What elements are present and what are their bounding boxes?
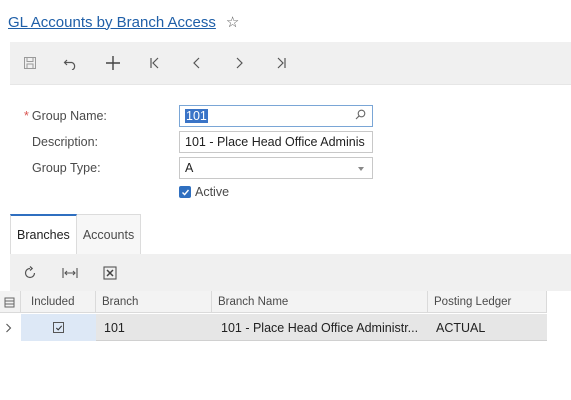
save-icon: [24, 57, 36, 69]
col-header-posting-ledger[interactable]: Posting Ledger: [428, 291, 547, 313]
active-label: Active: [195, 185, 230, 199]
plus-icon: [106, 56, 120, 70]
refresh-icon: [24, 265, 36, 278]
col-header-included[interactable]: Included: [21, 291, 96, 313]
row-indicator-chevron-icon: [0, 314, 21, 341]
export-excel-button[interactable]: [90, 260, 130, 286]
save-button[interactable]: [10, 48, 50, 78]
group-name-input[interactable]: 101: [179, 105, 373, 127]
group-type-row: Group Type: A: [0, 157, 571, 179]
table-row[interactable]: 101 101 - Place Head Office Administr...…: [0, 314, 547, 341]
undo-button[interactable]: [50, 48, 92, 78]
required-marker: *: [24, 109, 29, 123]
refresh-button[interactable]: [10, 260, 50, 286]
grid-header: Included Branch Branch Name Posting Ledg…: [0, 291, 547, 313]
undo-icon: [63, 59, 76, 70]
group-type-value: A: [185, 161, 194, 175]
group-name-value: 101: [185, 109, 208, 123]
tab-strip: Branches Accounts: [10, 214, 142, 254]
title-row: GL Accounts by Branch Access ☆: [8, 12, 239, 32]
tab-branches-label: Branches: [17, 228, 70, 242]
chevron-right-icon: [236, 57, 243, 69]
row-branch-name[interactable]: 101 - Place Head Office Administr...: [212, 314, 428, 341]
group-type-label: Group Type:: [32, 161, 101, 175]
description-label: Description:: [32, 135, 98, 149]
grid-settings-icon[interactable]: [0, 291, 21, 313]
add-new-button[interactable]: [92, 48, 134, 78]
checkbox-checked-icon[interactable]: [179, 186, 191, 198]
favorite-star-icon[interactable]: ☆: [226, 15, 239, 30]
col-header-branch-name[interactable]: Branch Name: [212, 291, 428, 313]
fit-width-icon: [62, 267, 78, 278]
grid-toolbar: [10, 254, 571, 291]
page-title[interactable]: GL Accounts by Branch Access: [8, 14, 216, 31]
first-icon: [150, 57, 159, 69]
group-name-row: * Group Name: 101: [0, 105, 571, 127]
col-header-branch[interactable]: Branch: [96, 291, 212, 313]
active-checkbox[interactable]: Active: [179, 185, 229, 199]
excel-icon: [103, 265, 117, 280]
group-name-label: * Group Name:: [24, 109, 107, 123]
next-record-button[interactable]: [218, 48, 260, 78]
group-type-select[interactable]: A: [179, 157, 373, 179]
search-icon[interactable]: [355, 109, 366, 123]
chevron-down-icon: [358, 167, 364, 171]
description-value: 101 - Place Head Office Adminis: [185, 135, 365, 149]
row-included-checkbox[interactable]: [21, 314, 96, 341]
tab-accounts[interactable]: Accounts: [76, 214, 142, 254]
description-row: Description: 101 - Place Head Office Adm…: [0, 131, 571, 153]
chevron-left-icon: [193, 57, 200, 69]
row-posting-ledger[interactable]: ACTUAL: [428, 314, 547, 341]
checkbox-checked-icon[interactable]: [53, 322, 64, 333]
description-input[interactable]: 101 - Place Head Office Adminis: [179, 131, 373, 153]
last-icon: [277, 57, 286, 69]
form-toolbar: [10, 42, 571, 85]
first-record-button[interactable]: [134, 48, 176, 78]
last-record-button[interactable]: [260, 48, 302, 78]
tab-accounts-label: Accounts: [82, 227, 135, 242]
fit-to-screen-button[interactable]: [50, 260, 90, 286]
previous-record-button[interactable]: [176, 48, 218, 78]
tab-branches[interactable]: Branches: [10, 214, 77, 254]
row-branch[interactable]: 101: [96, 314, 212, 341]
